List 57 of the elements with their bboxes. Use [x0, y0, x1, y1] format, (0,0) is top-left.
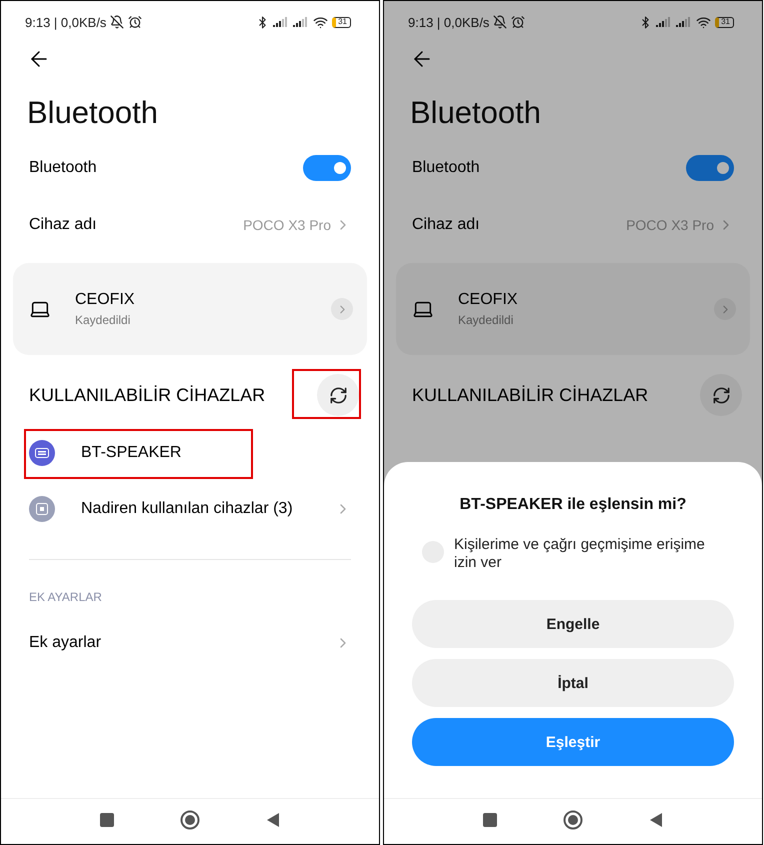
setting-label: Cihaz adı — [412, 216, 480, 234]
dialog-button[interactable]: Engelle — [412, 600, 734, 648]
section-title: KULLANILABİLİR CİHAZLAR — [29, 384, 266, 406]
chevron-icon — [331, 298, 353, 320]
device-row[interactable]: Nadiren kullanılan cihazlar (3) — [1, 481, 379, 537]
device-group-icon — [29, 496, 55, 522]
device-name: CEOFIX — [458, 291, 519, 309]
wifi-icon — [696, 14, 712, 30]
dialog-title: BT-SPEAKER ile eşlensin mi? — [458, 496, 688, 514]
setting-label: Bluetooth — [29, 158, 97, 176]
device-name: CEOFIX — [75, 291, 136, 309]
toggle-switch[interactable] — [686, 154, 734, 180]
signal-icon — [676, 17, 692, 27]
speaker-icon — [29, 440, 55, 466]
battery-indicator: 31 — [715, 16, 734, 28]
alarm-icon — [128, 15, 142, 29]
wifi-icon — [313, 14, 328, 30]
setting-value: POCO X3 Pro — [626, 216, 714, 232]
setting-label: Cihaz adı — [29, 216, 97, 234]
setting-label: Ek ayarlar — [29, 634, 102, 652]
device-status: Kaydedildi — [75, 313, 132, 327]
home-button[interactable] — [180, 810, 200, 830]
section-title: EK AYARLAR — [29, 590, 102, 604]
refresh-button[interactable] — [700, 374, 742, 416]
bell-off-icon — [493, 15, 508, 29]
recents-button[interactable] — [483, 812, 497, 826]
battery-indicator: 31 — [332, 16, 351, 28]
dialog-button[interactable]: İptal — [412, 659, 734, 707]
device-label: Nadiren kullanılan cihazlar (3) — [81, 500, 294, 518]
bell-off-icon — [110, 15, 124, 29]
setting-value: POCO X3 Pro — [243, 216, 331, 232]
section-title: KULLANILABİLİR CİHAZLAR — [412, 384, 648, 406]
device-label: BT-SPEAKER — [81, 444, 182, 462]
back-button[interactable] — [649, 812, 663, 828]
page-title: Bluetooth — [410, 95, 542, 131]
back-button[interactable] — [266, 812, 280, 828]
signal-icon — [656, 17, 672, 27]
chevron-icon — [714, 298, 736, 320]
toggle-switch[interactable] — [303, 154, 351, 180]
signal-icon — [273, 17, 290, 27]
device-row[interactable]: BT-SPEAKER — [1, 425, 379, 481]
refresh-button[interactable] — [317, 374, 359, 416]
home-button[interactable] — [563, 810, 583, 830]
alarm-icon — [511, 15, 526, 29]
page-title: Bluetooth — [27, 95, 159, 131]
refresh-icon — [712, 386, 730, 404]
refresh-icon — [328, 386, 348, 404]
status-time: 9:13 | 0,0KB/s — [25, 14, 106, 30]
checkbox-label: Kişilerime ve çağrı geçmişime erişime izin ver — [454, 536, 706, 572]
recents-button[interactable] — [100, 812, 114, 826]
setting-label: Bluetooth — [412, 158, 480, 176]
settings-row[interactable]: Ek ayarlar — [1, 614, 379, 671]
status-time: 9:13 | 0,0KB/s — [408, 14, 490, 30]
saved-device-card[interactable]: CEOFIX Kaydedildi — [13, 263, 367, 355]
signal-icon — [293, 17, 310, 27]
saved-device-card[interactable]: CEOFIX Kaydedildi — [396, 263, 750, 355]
device-status: Kaydedildi — [458, 313, 514, 327]
